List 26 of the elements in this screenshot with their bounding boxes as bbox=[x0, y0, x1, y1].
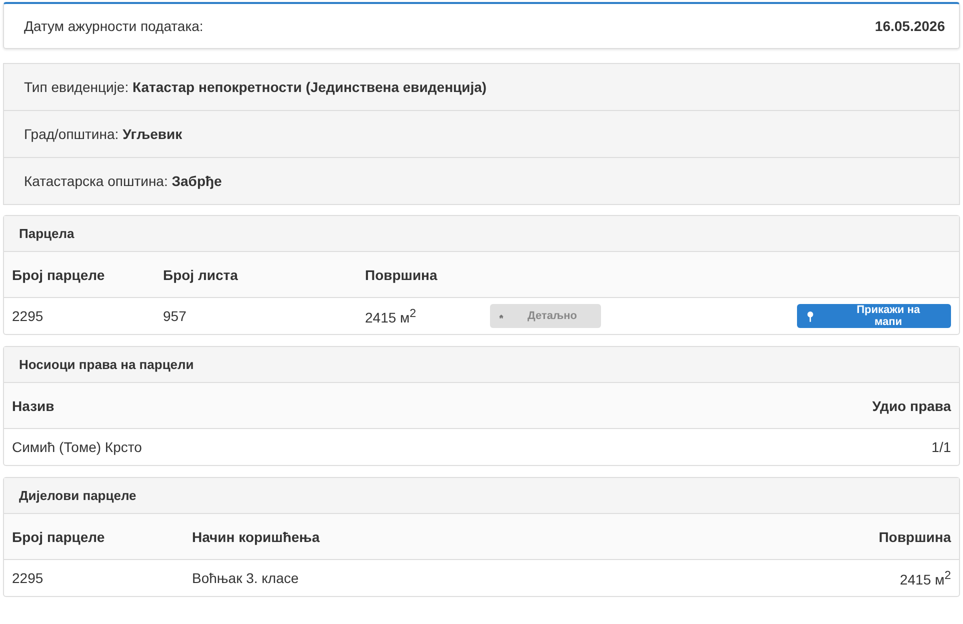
info-text: Тип евиденције: Катастар непокретности (Јединствена евиденција) bbox=[24, 79, 487, 95]
table-cell-text: 2415 м$^{2}$ bbox=[365, 306, 418, 326]
table-cell: 1/1 bbox=[932, 439, 951, 455]
table-cell-text: 2295 bbox=[12, 308, 44, 324]
column-header: Површина bbox=[878, 528, 951, 544]
pin-icon bbox=[807, 310, 814, 322]
column-header: Број парцеле bbox=[12, 266, 106, 282]
panel-title: Парцела bbox=[19, 226, 74, 241]
table-cell-text: 957 bbox=[163, 308, 188, 324]
panel-title: Дијелови парцеле bbox=[19, 488, 136, 503]
panel-title: Носиоци права на парцели bbox=[19, 357, 194, 372]
map-button[interactable]: Прикажи на мапи bbox=[797, 304, 951, 328]
info-text: Катастарска општина: Забрђе bbox=[24, 173, 222, 189]
column-header: Број листа bbox=[163, 266, 239, 282]
table-cell-text: Симић (Томе) Крсто bbox=[12, 439, 143, 455]
update-date: 16.05.2026 bbox=[874, 18, 945, 34]
table-cell-text: 2295 bbox=[12, 570, 44, 586]
table-cell-text: Воћњак 3. класе bbox=[192, 570, 300, 586]
info-text: Град/општина: Угљевик bbox=[24, 126, 182, 142]
column-header: Број парцеле bbox=[12, 528, 106, 544]
table-cell: 2415 м$^{2}$ bbox=[900, 568, 951, 588]
column-header: Удио права bbox=[872, 398, 951, 414]
column-header: Начин коришћења bbox=[192, 528, 321, 544]
column-header: Површина bbox=[365, 266, 438, 282]
update-label: Датум ажурности података: bbox=[24, 18, 204, 34]
column-header: Назив bbox=[12, 398, 56, 414]
